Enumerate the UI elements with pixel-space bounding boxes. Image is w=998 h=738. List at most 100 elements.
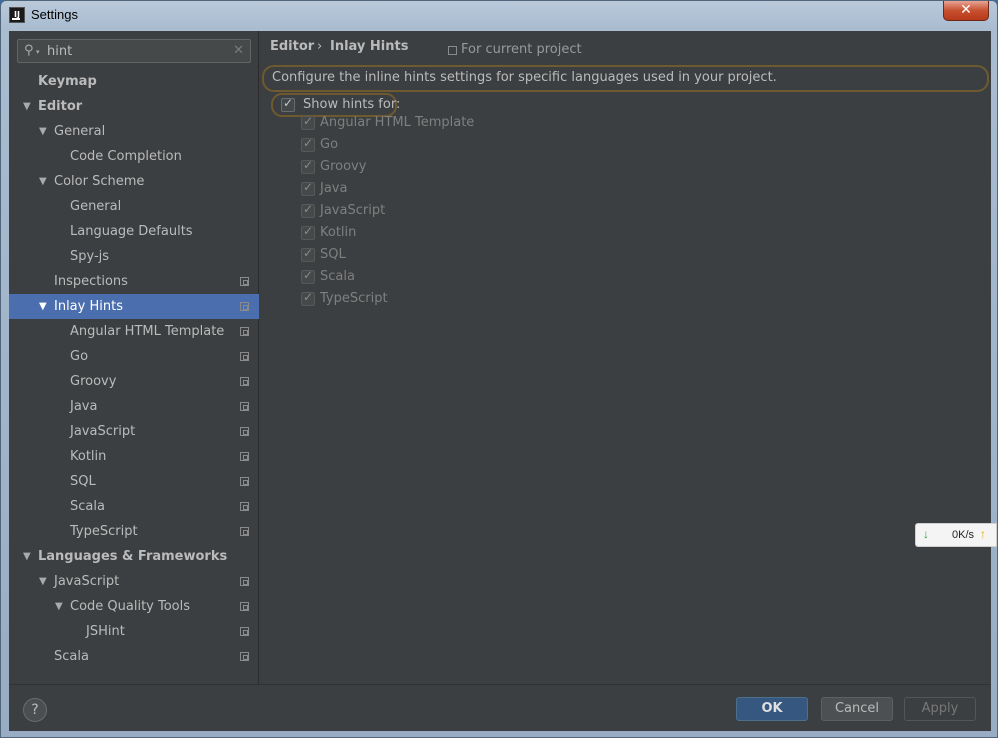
checkbox-box[interactable] [301, 202, 315, 218]
tree-item-label: Angular HTML Template [70, 324, 225, 339]
language-checkbox-java[interactable]: Java [301, 179, 601, 201]
tree-item-javascript[interactable]: JavaScript [9, 419, 259, 444]
inlay-hints-panel: Editor › Inlay Hints For current project… [260, 31, 991, 684]
breadcrumb-separator: › [317, 39, 323, 54]
upload-arrow-icon: ↑ [980, 527, 986, 541]
tree-item-color-scheme[interactable]: ▼ Color Scheme [9, 169, 259, 194]
tree-item-editor[interactable]: ▼ Editor [9, 94, 259, 119]
tree-item-label: JavaScript [54, 574, 120, 589]
tree-item-spy-js[interactable]: Spy-js [9, 244, 259, 269]
close-button[interactable]: ✕ [943, 1, 989, 21]
description-text: Configure the inline hints settings for … [262, 65, 989, 92]
intellij-app-icon: IJ [9, 7, 25, 23]
language-label[interactable]: Java [320, 181, 347, 196]
ok-button[interactable]: OK [736, 697, 808, 721]
project-scope-icon [240, 527, 249, 536]
cancel-button[interactable]: Cancel [821, 697, 893, 721]
title-bar[interactable]: IJ Settings ✕ [1, 1, 997, 29]
tree-item-languages-frameworks[interactable]: ▼ Languages & Frameworks [9, 544, 259, 569]
tree-item-label: Code Completion [70, 149, 182, 164]
settings-sidebar: ⚲ ▾ hint ✕ Keymap ▼ Editor ▼ General Code Com… [9, 31, 259, 684]
tree-item-angular-html-template[interactable]: Angular HTML Template [9, 319, 259, 344]
checkbox-box[interactable] [301, 114, 315, 130]
tree-item-javascript[interactable]: ▼ JavaScript [9, 569, 259, 594]
window-title: Settings [31, 7, 78, 22]
checkbox-box[interactable] [301, 158, 315, 174]
tree-item-label: Code Quality Tools [70, 599, 191, 614]
download-arrow-icon: ↓ [923, 527, 929, 541]
checkbox-box[interactable] [301, 180, 315, 196]
checkbox-box[interactable] [301, 136, 315, 152]
tree-item-scala[interactable]: Scala [9, 644, 259, 669]
language-label[interactable]: JavaScript [320, 203, 385, 218]
language-checkbox-typescript[interactable]: TypeScript [301, 289, 601, 311]
tree-item-label: Color Scheme [54, 174, 145, 189]
tree-item-java[interactable]: Java [9, 394, 259, 419]
network-rate: 0K/s [952, 529, 975, 541]
tree-item-typescript[interactable]: TypeScript [9, 519, 259, 544]
show-hints-checkbox-box[interactable] [281, 96, 295, 112]
language-label[interactable]: Angular HTML Template [320, 115, 474, 130]
tree-item-general[interactable]: ▼ General [9, 119, 259, 144]
project-scope-icon [240, 502, 249, 511]
search-history-chevron-icon[interactable]: ▾ [36, 48, 40, 56]
expand-arrow-icon[interactable]: ▼ [39, 294, 47, 319]
tree-item-label: TypeScript [70, 524, 138, 539]
language-label[interactable]: SQL [320, 247, 346, 262]
apply-button[interactable]: Apply [904, 697, 976, 721]
breadcrumb-editor[interactable]: Editor [270, 39, 314, 54]
language-checkbox-go[interactable]: Go [301, 135, 601, 157]
expand-arrow-icon[interactable]: ▼ [23, 544, 31, 569]
search-input[interactable]: ⚲ ▾ hint ✕ [17, 39, 251, 63]
tree-item-general[interactable]: General [9, 194, 259, 219]
tree-item-scala[interactable]: Scala [9, 494, 259, 519]
language-checkbox-javascript[interactable]: JavaScript [301, 201, 601, 223]
tree-item-go[interactable]: Go [9, 344, 259, 369]
project-scope-icon [240, 327, 249, 336]
breadcrumb-inlay-hints: Inlay Hints [330, 39, 409, 54]
tree-item-inlay-hints[interactable]: ▼ Inlay Hints [9, 294, 259, 319]
tree-item-language-defaults[interactable]: Language Defaults [9, 219, 259, 244]
project-scope-icon [240, 302, 249, 311]
help-button[interactable]: ? [23, 698, 47, 722]
tree-item-inspections[interactable]: Inspections [9, 269, 259, 294]
expand-arrow-icon[interactable]: ▼ [39, 569, 47, 594]
language-label[interactable]: Groovy [320, 159, 366, 174]
expand-arrow-icon[interactable]: ▼ [23, 94, 31, 119]
expand-arrow-icon[interactable]: ▼ [39, 119, 47, 144]
expand-arrow-icon[interactable]: ▼ [55, 594, 63, 619]
project-scope-icon [240, 427, 249, 436]
language-checkbox-scala[interactable]: Scala [301, 267, 601, 289]
language-checkbox-groovy[interactable]: Groovy [301, 157, 601, 179]
clear-search-icon[interactable]: ✕ [233, 43, 244, 58]
tree-item-sql[interactable]: SQL [9, 469, 259, 494]
project-scope-icon [240, 602, 249, 611]
tree-item-kotlin[interactable]: Kotlin [9, 444, 259, 469]
language-checkbox-sql[interactable]: SQL [301, 245, 601, 267]
tree-item-jshint[interactable]: JSHint [9, 619, 259, 644]
project-scope-icon [240, 352, 249, 361]
expand-arrow-icon[interactable]: ▼ [39, 169, 47, 194]
search-icon: ⚲ [24, 43, 34, 58]
settings-window: IJ Settings ✕ ⚲ ▾ hint ✕ Keymap ▼ Editor ▼ G… [0, 0, 998, 738]
checkbox-box[interactable] [301, 290, 315, 306]
tree-item-groovy[interactable]: Groovy [9, 369, 259, 394]
tree-item-code-completion[interactable]: Code Completion [9, 144, 259, 169]
language-checkbox-kotlin[interactable]: Kotlin [301, 223, 601, 245]
show-hints-label[interactable]: Show hints for: [303, 97, 400, 112]
language-label[interactable]: Scala [320, 269, 355, 284]
checkbox-box[interactable] [301, 224, 315, 240]
tree-item-code-quality-tools[interactable]: ▼ Code Quality Tools [9, 594, 259, 619]
tree-item-label: Editor [38, 99, 83, 114]
dialog-content: ⚲ ▾ hint ✕ Keymap ▼ Editor ▼ General Code Com… [9, 31, 991, 731]
language-label[interactable]: Kotlin [320, 225, 356, 240]
language-checkbox-angular-html-template[interactable]: Angular HTML Template [301, 113, 601, 135]
checkbox-box[interactable] [301, 246, 315, 262]
tree-item-keymap[interactable]: Keymap [9, 69, 259, 94]
network-speed-widget[interactable]: ↓ 0K/s ↑ [915, 523, 997, 547]
language-label[interactable]: TypeScript [320, 291, 388, 306]
tree-item-label: Languages & Frameworks [38, 549, 228, 564]
language-label[interactable]: Go [320, 137, 338, 152]
tree-item-label: SQL [70, 474, 96, 489]
checkbox-box[interactable] [301, 268, 315, 284]
